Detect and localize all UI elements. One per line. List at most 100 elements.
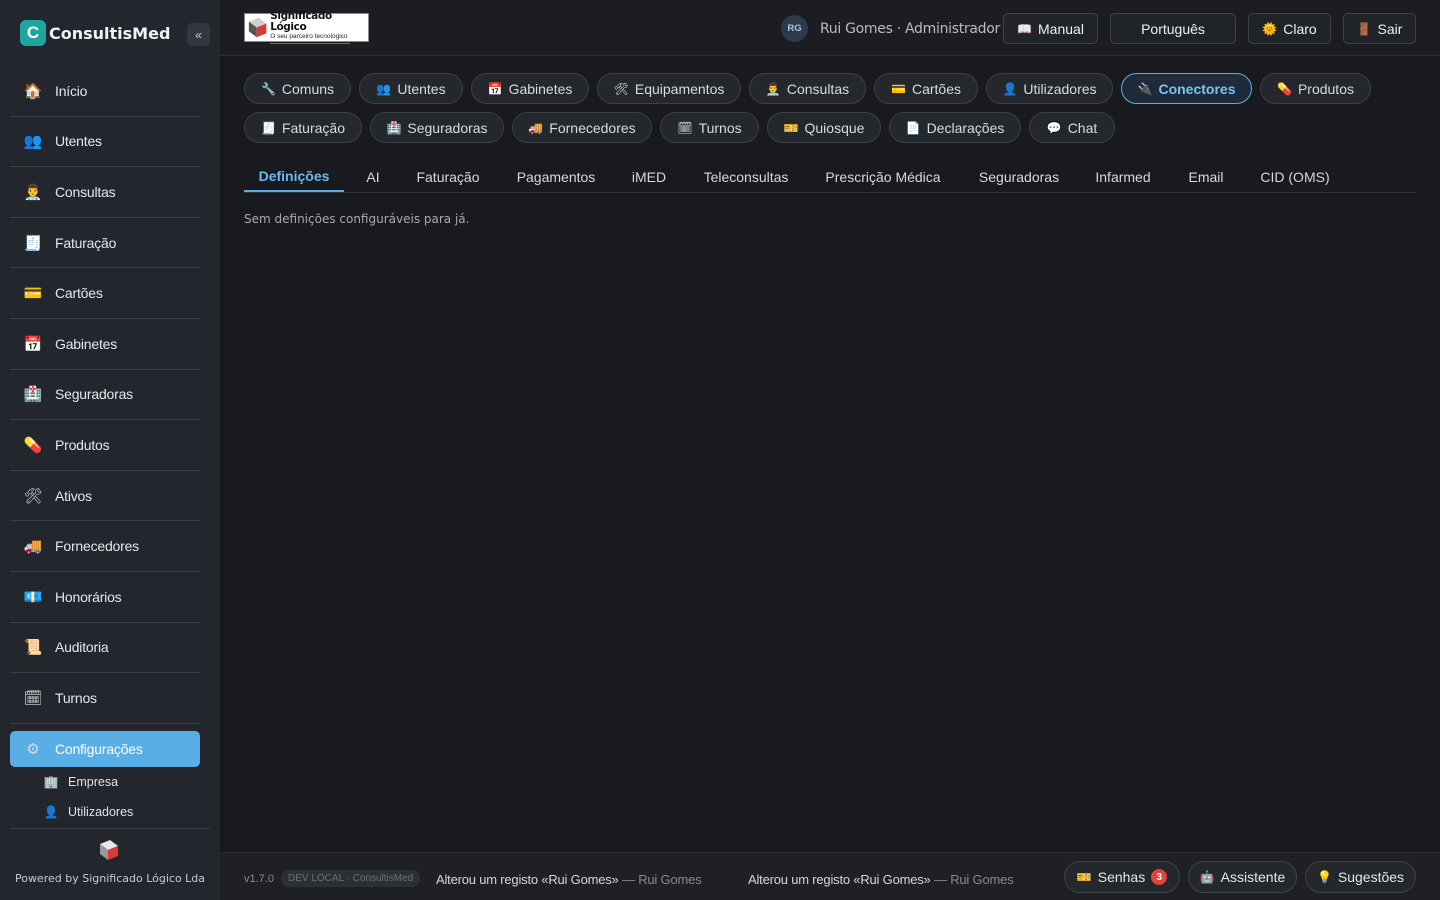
language-select[interactable]: Português — [1110, 13, 1236, 44]
theme-label: Claro — [1283, 20, 1317, 37]
sidebar: C ConsultisMed « 🏠 Início 👥 Utentes 👨‍⚕️ Co… — [0, 0, 220, 900]
activity-entry[interactable]: Alterou um registo «Rui Gomes» — Rui Gom… — [436, 872, 702, 887]
sugestoes-button[interactable]: 💡 Sugestões — [1305, 861, 1416, 893]
user-icon: 👤 — [43, 804, 59, 819]
subtab-faturacao[interactable]: Faturação — [406, 162, 490, 192]
tab-label: Cartões — [911, 80, 961, 97]
tab-label: Seguradoras — [407, 119, 488, 136]
tab-chat[interactable]: 💬 Chat — [1029, 112, 1115, 143]
activity-entry[interactable]: Alterou um registo «Rui Gomes» — Rui Gom… — [748, 872, 1014, 887]
sidebar-item-gabinetes[interactable]: 📅 Gabinetes — [10, 319, 200, 370]
patients-icon: 👥 — [376, 81, 392, 96]
subtab-seguradoras[interactable]: Seguradoras — [971, 162, 1067, 192]
tab-quiosque[interactable]: 🎫 Quiosque — [767, 112, 881, 143]
activity-author: — Rui Gomes — [618, 872, 702, 887]
subtab-teleconsultas[interactable]: Teleconsultas — [696, 162, 796, 192]
sidebar-item-utentes[interactable]: 👥 Utentes — [10, 117, 200, 168]
tab-produtos[interactable]: 💊 Produtos — [1260, 73, 1371, 104]
calendar-icon: 📅 — [487, 81, 503, 96]
sidebar-item-fornecedores[interactable]: 🚚 Fornecedores — [10, 521, 200, 572]
activity-text: Alterou um registo «Rui Gomes» — [748, 872, 931, 887]
subtab-cid-oms[interactable]: CID (OMS) — [1252, 162, 1338, 192]
tab-label: Conectores — [1158, 80, 1236, 97]
sidebar-item-label: Auditoria — [55, 639, 109, 656]
tab-seguradoras[interactable]: 🏥 Seguradoras — [370, 112, 504, 143]
user-icon: 👤 — [1002, 81, 1018, 96]
tools-icon: 🛠 — [23, 487, 43, 505]
company-logo: Significado Lógico O seu parceiro tecnol… — [244, 11, 369, 44]
tab-declaracoes[interactable]: 📄 Declarações — [889, 112, 1021, 143]
tab-consultas[interactable]: 👨‍⚕️ Consultas — [749, 73, 866, 104]
brand[interactable]: C ConsultisMed — [20, 20, 170, 46]
version-label: v1.7.0 — [244, 873, 274, 885]
scroll-icon: 📜 — [23, 639, 43, 657]
avatar[interactable]: RG — [781, 15, 808, 42]
tab-utentes[interactable]: 👥 Utentes — [359, 73, 463, 104]
brand-logo-icon: C — [20, 20, 46, 46]
tab-label: Utentes — [397, 80, 446, 97]
sidebar-item-turnos[interactable]: 🗓 Turnos — [10, 673, 200, 724]
tab-comuns[interactable]: 🔧 Comuns — [244, 73, 351, 104]
subtab-imed[interactable]: iMED — [624, 162, 674, 192]
tab-equipamentos[interactable]: 🛠 Equipamentos — [597, 73, 741, 104]
sidebar-item-seguradoras[interactable]: 🏥 Seguradoras — [10, 370, 200, 421]
sidebar-item-cartoes[interactable]: 💳 Cartões — [10, 268, 200, 319]
sidebar-item-produtos[interactable]: 💊 Produtos — [10, 420, 200, 471]
sidebar-item-auditoria[interactable]: 📜 Auditoria — [10, 623, 200, 674]
calendar-icon: 📅 — [23, 335, 43, 353]
robot-icon: 🤖 — [1199, 870, 1215, 884]
sidebar-item-faturacao[interactable]: 🧾 Faturação — [10, 218, 200, 269]
senhas-label: Senhas — [1097, 869, 1146, 885]
sugestoes-label: Sugestões — [1337, 869, 1405, 885]
insurance-icon: 🏥 — [23, 386, 43, 404]
sidebar-item-honorarios[interactable]: 💶 Honorários — [10, 572, 200, 623]
tab-fornecedores[interactable]: 🚚 Fornecedores — [512, 112, 652, 143]
tab-cartoes[interactable]: 💳 Cartões — [874, 73, 978, 104]
sidebar-item-configuracoes[interactable]: ⚙ Configurações — [10, 730, 200, 767]
lightbulb-icon: 💡 — [1316, 870, 1332, 884]
theme-toggle-button[interactable]: 🌞 Claro — [1248, 13, 1331, 44]
subtab-definicoes[interactable]: Definições — [244, 162, 344, 192]
tab-label: Declarações — [926, 119, 1005, 136]
gear-icon: ⚙ — [26, 740, 40, 758]
sidebar-item-consultas[interactable]: 👨‍⚕️ Consultas — [10, 167, 200, 218]
pill-icon: 💊 — [23, 436, 43, 454]
subtab-prescricao-medica[interactable]: Prescrição Médica — [818, 162, 948, 192]
tab-faturacao[interactable]: 🧾 Faturação — [244, 112, 362, 143]
company-mark-icon — [100, 840, 118, 860]
sidebar-item-ativos[interactable]: 🛠 Ativos — [10, 471, 200, 522]
assistente-button[interactable]: 🤖 Assistente — [1188, 861, 1297, 893]
tab-gabinetes[interactable]: 📅 Gabinetes — [471, 73, 589, 104]
tab-utilizadores[interactable]: 👤 Utilizadores — [986, 73, 1113, 104]
senhas-button[interactable]: 🎫 Senhas 3 — [1064, 861, 1180, 893]
chat-bubble-icon: 💬 — [1046, 120, 1062, 135]
sidebar-nav: 🏠 Início 👥 Utentes 👨‍⚕️ Consultas 🧾 Faturaçã… — [10, 66, 200, 827]
building-icon: 🏢 — [43, 774, 59, 789]
collapse-sidebar-button[interactable]: « — [187, 23, 210, 46]
sidebar-subitem-label: Empresa — [68, 774, 119, 789]
company-logo-tagline: O seu parceiro tecnológico — [270, 33, 348, 41]
subtab-email[interactable]: Email — [1180, 162, 1232, 192]
tab-turnos[interactable]: 🗓 Turnos — [660, 112, 759, 143]
sidebar-subitem-utilizadores[interactable]: 👤 Utilizadores — [10, 797, 200, 827]
sidebar-item-label: Ativos — [55, 487, 92, 504]
logout-button[interactable]: 🚪 Sair — [1343, 13, 1416, 44]
footer-bar: v1.7.0 DEV LOCAL · ConsultisMed Alterou … — [220, 852, 1440, 900]
sidebar-subitem-empresa[interactable]: 🏢 Empresa — [10, 767, 200, 797]
subtab-infarmed[interactable]: Infarmed — [1088, 162, 1158, 192]
tab-label: Comuns — [281, 80, 335, 97]
manual-button[interactable]: 📖 Manual — [1003, 13, 1098, 44]
subtab-pagamentos[interactable]: Pagamentos — [508, 162, 604, 192]
doctor-icon: 👨‍⚕️ — [765, 81, 781, 96]
tab-label: Produtos — [1297, 80, 1354, 97]
user-name-role: Rui Gomes · Administrador — [820, 21, 1000, 37]
sidebar-item-label: Seguradoras — [55, 386, 133, 403]
sidebar-item-label: Início — [55, 82, 88, 99]
tools-icon: 🛠 — [613, 81, 629, 96]
subtab-ai[interactable]: AI — [356, 162, 390, 192]
sidebar-item-inicio[interactable]: 🏠 Início — [10, 66, 200, 117]
book-icon: 📖 — [1017, 21, 1033, 36]
brand-name: ConsultisMed — [49, 23, 171, 43]
tab-conectores[interactable]: 🔌 Conectores — [1121, 73, 1252, 104]
sidebar-item-label: Cartões — [55, 285, 103, 302]
